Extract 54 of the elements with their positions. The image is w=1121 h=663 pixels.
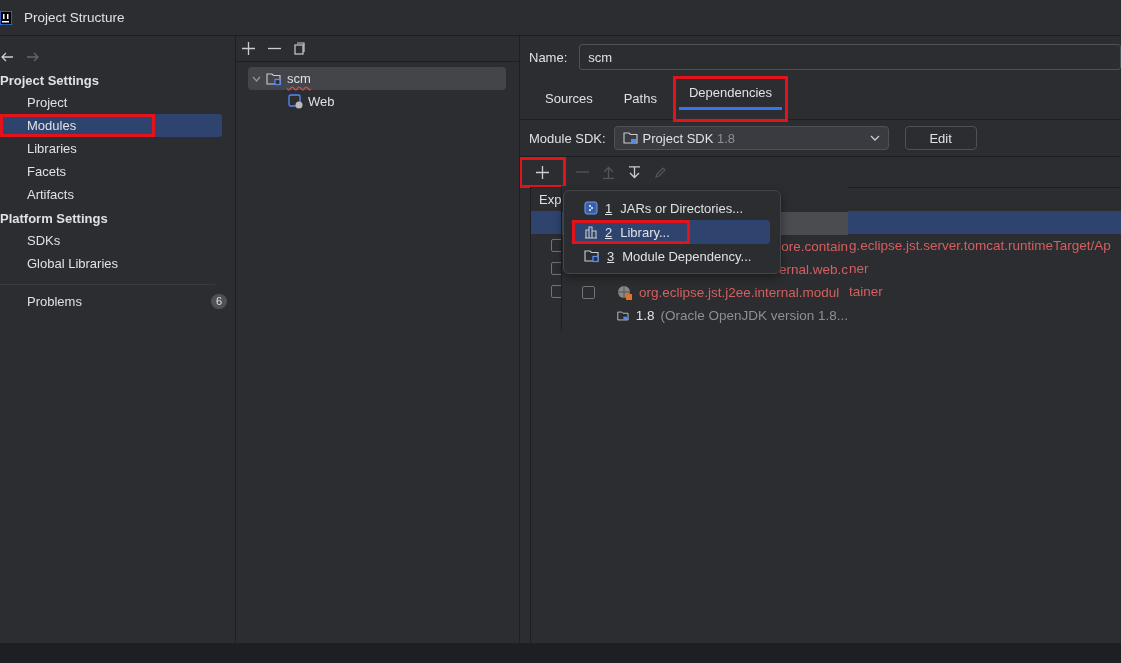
- dependency-name: g.eclipse.jst.server.tomcat.runtimeTarget/Ap: [849, 238, 1111, 253]
- sdk-folder-icon: [617, 308, 630, 323]
- sidebar-item[interactable]: Problems: [27, 294, 82, 309]
- globe-icon: [617, 284, 633, 301]
- module-folder-icon: [266, 71, 282, 86]
- sidebar-item[interactable]: Modules: [0, 114, 222, 137]
- sidebar-item[interactable]: Facets: [0, 160, 222, 183]
- sdk-folder-icon: [622, 131, 639, 145]
- section-heading: Project Settings: [0, 72, 100, 90]
- dependency-name: ore.contain: [781, 239, 848, 254]
- tab[interactable]: Paths: [608, 82, 672, 119]
- web-facet-icon: [288, 94, 303, 109]
- copy-icon[interactable]: [294, 42, 306, 55]
- count-badge: 6: [210, 294, 227, 309]
- edit-button[interactable]: Edit: [904, 126, 977, 150]
- tree-item[interactable]: scm: [248, 67, 506, 90]
- add-icon: [536, 165, 549, 179]
- move-down-icon: [628, 165, 641, 179]
- move-up-icon: [602, 165, 615, 179]
- sidebar-item[interactable]: Libraries: [0, 137, 222, 160]
- app-logo-icon: [0, 10, 12, 25]
- menu-item[interactable]: 3 Module Dependency...: [572, 244, 770, 268]
- sidebar-item[interactable]: SDKs: [0, 229, 222, 252]
- sdk-name: 1.8: [635, 308, 655, 323]
- module-folder-icon: [584, 249, 600, 263]
- sidebar-item[interactable]: Project: [0, 91, 222, 114]
- sidebar-item[interactable]: Artifacts: [0, 183, 222, 206]
- menu-item[interactable]: 2 Library...: [572, 220, 770, 244]
- dependency-name: tainer: [849, 284, 883, 299]
- module-sdk-label: Module SDK:: [529, 130, 606, 146]
- sidebar-item[interactable]: Global Libraries: [0, 252, 222, 275]
- sdk-dropdown[interactable]: Project SDK 1.8: [613, 126, 889, 150]
- dependency-name: ernal.web.c: [778, 262, 848, 277]
- column-header: Exp: [539, 192, 562, 207]
- sdk-detail: (Oracle OpenJDK version 1.8...: [660, 308, 848, 323]
- checkbox[interactable]: [582, 286, 595, 299]
- chevron-icon[interactable]: [252, 75, 261, 82]
- tab[interactable]: Dependencies: [672, 76, 789, 122]
- pencil-icon: [654, 165, 667, 179]
- menu-item[interactable]: 1 JARs or Directories...: [572, 196, 770, 220]
- dependency-name: org.eclipse.jst.j2ee.internal.modul: [639, 285, 840, 300]
- name-field[interactable]: scm: [579, 44, 1121, 70]
- jar-icon: [584, 201, 598, 215]
- dropdown-chevron-icon: [869, 135, 880, 141]
- window-title: Project Structure: [24, 10, 125, 25]
- dependency-name: ner: [849, 261, 869, 276]
- tree-item[interactable]: Web: [248, 90, 506, 113]
- section-heading: Platform Settings: [0, 210, 109, 228]
- library-icon: [584, 225, 598, 239]
- tab[interactable]: Sources: [530, 82, 608, 119]
- name-label: Name:: [529, 49, 568, 65]
- back-arrow-icon[interactable]: [0, 52, 14, 62]
- forward-arrow-icon[interactable]: [26, 52, 40, 62]
- add-icon[interactable]: [242, 42, 255, 55]
